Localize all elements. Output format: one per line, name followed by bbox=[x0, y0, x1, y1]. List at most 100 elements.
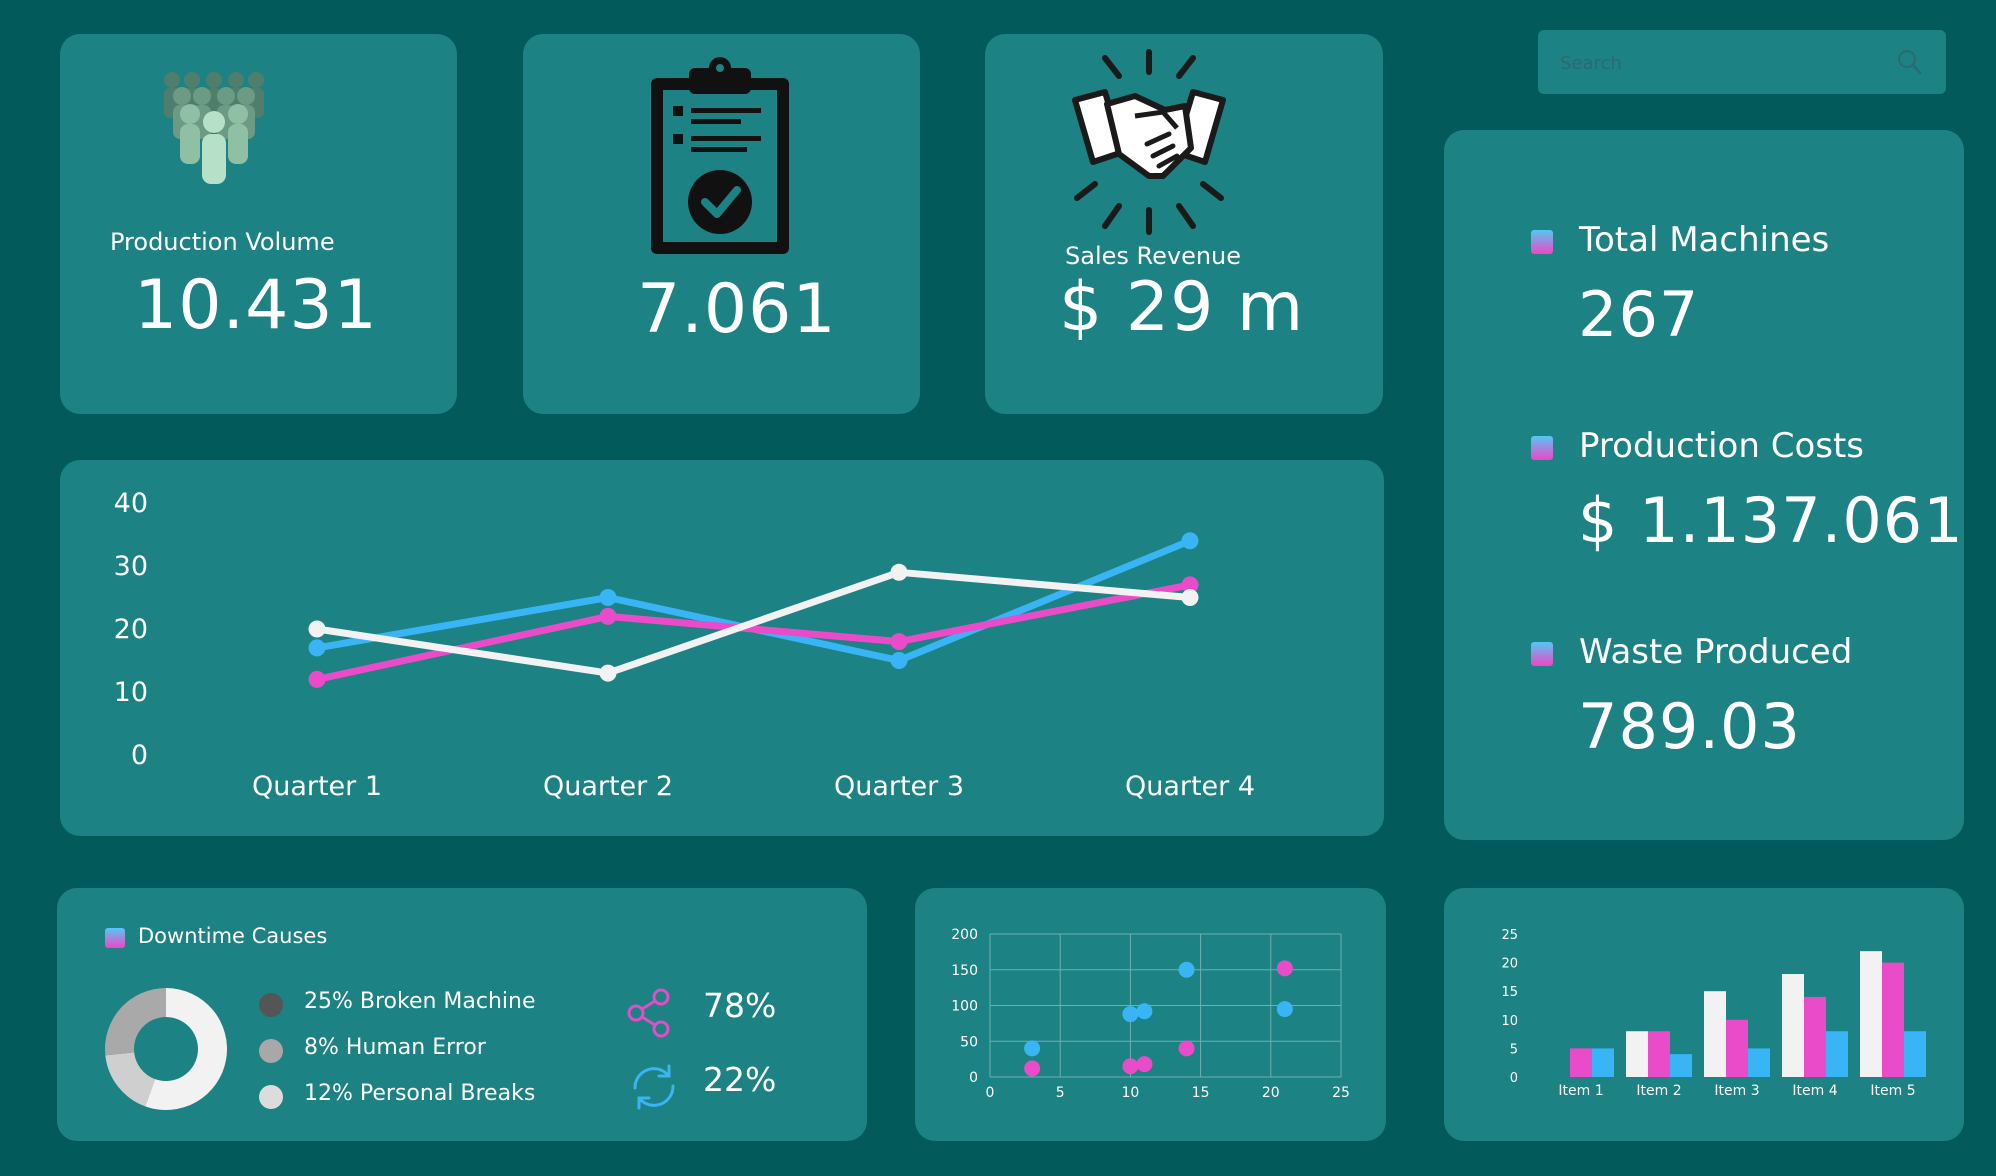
bar bbox=[1626, 1031, 1648, 1077]
bar bbox=[1592, 1048, 1614, 1077]
y-tick-label: 5 bbox=[1510, 1042, 1518, 1057]
scatter-point bbox=[1024, 1060, 1041, 1077]
sales-revenue-value: $ 29 m bbox=[1059, 268, 1305, 347]
y-tick-label: 200 bbox=[951, 927, 978, 943]
downtime-title: Downtime Causes bbox=[138, 924, 328, 948]
total-machines-label: Total Machines bbox=[1579, 220, 1830, 260]
y-tick-label: 15 bbox=[1501, 985, 1518, 1000]
scatter-point bbox=[1122, 1006, 1139, 1023]
data-point bbox=[308, 670, 326, 688]
x-tick-label: Quarter 1 bbox=[252, 771, 382, 802]
handshake-icon bbox=[1072, 49, 1226, 235]
scatter-point bbox=[1276, 1001, 1293, 1018]
y-tick-label: 0 bbox=[969, 1070, 978, 1086]
waste-produced-label: Waste Produced bbox=[1579, 632, 1853, 672]
data-point bbox=[890, 563, 908, 581]
x-tick-label: 0 bbox=[986, 1085, 995, 1101]
y-tick-label: 10 bbox=[114, 677, 148, 708]
data-point bbox=[308, 639, 326, 657]
legend-personal-breaks: 12% Personal Breaks bbox=[304, 1081, 536, 1106]
x-tick-label: Item 5 bbox=[1870, 1083, 1915, 1099]
x-tick-label: 5 bbox=[1056, 1085, 1065, 1101]
clipboard-check-icon bbox=[651, 57, 789, 254]
x-tick-label: Quarter 4 bbox=[1125, 771, 1255, 802]
donut-slice bbox=[105, 988, 166, 1056]
y-tick-label: 100 bbox=[951, 999, 978, 1015]
line-chart-card: 0 10 20 30 40 Quarter 1 Quarter 2 Quarter 3 Quar… bbox=[60, 460, 1384, 836]
y-tick-label: 10 bbox=[1501, 1014, 1518, 1029]
x-tick-label: Item 1 bbox=[1558, 1083, 1603, 1099]
donut-chart bbox=[105, 988, 227, 1110]
x-tick-label: 20 bbox=[1262, 1085, 1280, 1101]
bar bbox=[1570, 1048, 1592, 1077]
share-icon bbox=[627, 988, 670, 1038]
refresh-icon bbox=[633, 1064, 675, 1110]
y-tick-label: 30 bbox=[114, 551, 148, 582]
bar bbox=[1748, 1048, 1770, 1077]
summary-metrics-card: Total Machines 267 Production Costs $ 1.… bbox=[1444, 130, 1964, 840]
y-tick-label: 25 bbox=[1501, 928, 1518, 943]
x-tick-label: Quarter 3 bbox=[834, 771, 964, 802]
x-tick-label: Item 4 bbox=[1792, 1083, 1837, 1099]
share-percentage: 78% bbox=[703, 986, 777, 1025]
search-icon[interactable] bbox=[1896, 48, 1922, 76]
bar bbox=[1860, 951, 1882, 1077]
waste-produced-value: 789.03 bbox=[1578, 690, 1801, 763]
legend-dot-broken-machine bbox=[259, 993, 283, 1017]
production-costs-label: Production Costs bbox=[1579, 426, 1864, 466]
bar bbox=[1704, 991, 1726, 1077]
production-volume-card: Production Volume 10.431 bbox=[60, 34, 457, 414]
sales-revenue-card: Sales Revenue $ 29 m bbox=[985, 34, 1383, 414]
search-input[interactable] bbox=[1558, 46, 1882, 80]
data-point bbox=[1181, 589, 1199, 606]
y-tick-label: 50 bbox=[960, 1034, 978, 1050]
data-point bbox=[1181, 532, 1199, 550]
bar bbox=[1782, 974, 1804, 1077]
scatter-point bbox=[1276, 960, 1293, 977]
data-point bbox=[599, 607, 617, 625]
total-machines-value: 267 bbox=[1578, 278, 1700, 351]
metric-swatch bbox=[1531, 230, 1553, 254]
data-point bbox=[599, 589, 617, 606]
bar bbox=[1726, 1019, 1748, 1077]
x-tick-label: 15 bbox=[1192, 1085, 1210, 1101]
y-tick-label: 0 bbox=[131, 740, 148, 771]
scatter-point bbox=[1024, 1040, 1041, 1057]
x-tick-label: 10 bbox=[1121, 1085, 1139, 1101]
sales-revenue-label: Sales Revenue bbox=[1065, 242, 1242, 270]
legend-human-error: 8% Human Error bbox=[304, 1035, 486, 1060]
production-volume-label: Production Volume bbox=[110, 228, 335, 256]
legend-dot-personal-breaks bbox=[259, 1085, 283, 1109]
y-tick-label: 20 bbox=[114, 614, 148, 645]
bar bbox=[1670, 1054, 1692, 1077]
downtime-card: Downtime Causes 25% Broken Machine 8% Hu… bbox=[57, 888, 867, 1141]
series-line-1 bbox=[316, 581, 1191, 683]
quality-value: 7.061 bbox=[637, 270, 837, 349]
x-tick-label: Quarter 2 bbox=[543, 771, 673, 802]
y-tick-label: 150 bbox=[951, 963, 978, 979]
data-point bbox=[890, 633, 908, 651]
x-tick-label: Item 2 bbox=[1636, 1083, 1681, 1099]
line-chart: 0 10 20 30 40 Quarter 1 Quarter 2 Quarter 3 Quar… bbox=[114, 488, 1255, 802]
bar bbox=[1904, 1031, 1926, 1077]
metric-swatch bbox=[1531, 642, 1553, 666]
x-tick-label: 25 bbox=[1332, 1085, 1350, 1101]
search-bar bbox=[1538, 30, 1946, 94]
scatter-chart-card: 0 5 10 15 20 25 0 50 100 150 200 bbox=[915, 888, 1386, 1141]
bar-chart: 0 5 10 15 20 25 Item 1 Item 2 Item 3 Item 4 Item 5 bbox=[1501, 928, 1926, 1099]
metric-swatch bbox=[1531, 436, 1553, 460]
y-tick-label: 0 bbox=[1510, 1071, 1518, 1086]
scatter-chart: 0 5 10 15 20 25 0 50 100 150 200 bbox=[951, 927, 1350, 1101]
scatter-point bbox=[1136, 1056, 1153, 1073]
x-tick-label: Item 3 bbox=[1714, 1083, 1759, 1099]
bar bbox=[1826, 1031, 1848, 1077]
bar-chart-card: 0 5 10 15 20 25 Item 1 Item 2 Item 3 Item 4 Item 5 bbox=[1444, 888, 1964, 1141]
series-line-0 bbox=[316, 537, 1192, 664]
bar bbox=[1882, 962, 1904, 1077]
quality-card: 7.061 bbox=[523, 34, 920, 414]
downtime-swatch bbox=[105, 928, 125, 948]
y-tick-label: 20 bbox=[1501, 957, 1518, 972]
production-volume-value: 10.431 bbox=[134, 266, 378, 345]
people-group-icon bbox=[164, 72, 264, 184]
legend-dot-human-error bbox=[259, 1039, 283, 1063]
